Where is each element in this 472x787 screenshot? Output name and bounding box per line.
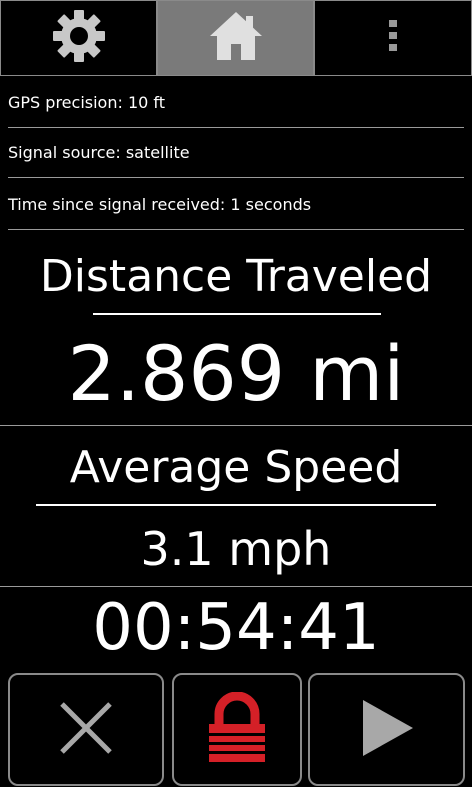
play-button[interactable] [308, 673, 465, 786]
more-vertical-icon [387, 18, 399, 58]
tab-bar [0, 0, 472, 78]
distance-underline [93, 313, 381, 315]
signal-source-text: Signal source: satellite [8, 128, 464, 178]
divider [0, 586, 472, 587]
close-icon [56, 698, 116, 762]
time-since-signal-text: Time since signal received: 1 seconds [8, 180, 464, 230]
elapsed-timer: 00:54:41 [92, 591, 380, 665]
speed-value: 3.1 mph [140, 522, 332, 576]
distance-label: Distance Traveled [39, 251, 433, 302]
gps-precision-text: GPS precision: 10 ft [8, 78, 464, 128]
lock-button[interactable] [172, 673, 302, 786]
home-icon [208, 10, 264, 66]
play-icon [357, 696, 417, 764]
divider [0, 425, 472, 426]
lock-icon [205, 691, 269, 768]
cancel-button[interactable] [8, 673, 164, 786]
speed-underline [36, 504, 436, 506]
speed-label: Average Speed [69, 442, 403, 493]
tab-settings[interactable] [0, 0, 157, 76]
tab-more[interactable] [314, 0, 472, 76]
gear-icon [51, 8, 107, 68]
distance-value: 2.869 mi [67, 329, 405, 418]
tab-home[interactable] [157, 0, 314, 76]
